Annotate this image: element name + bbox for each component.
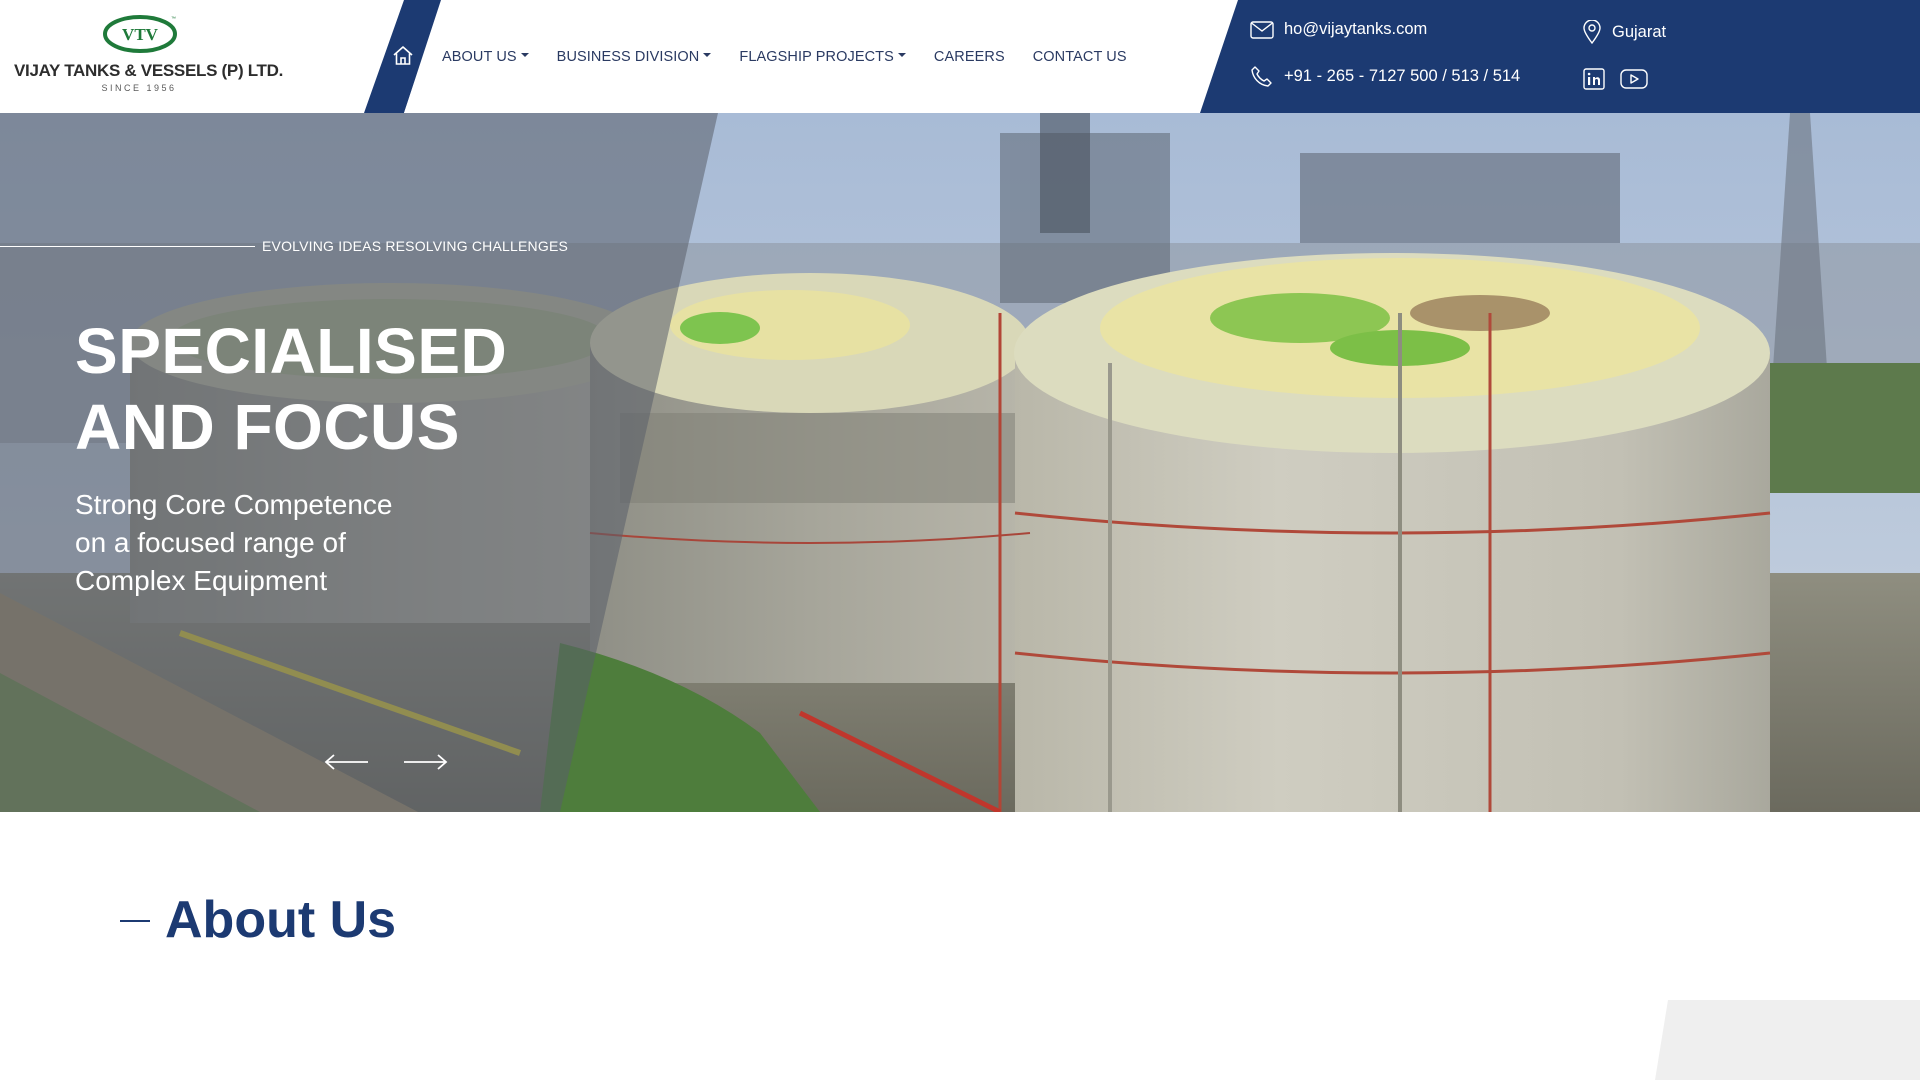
hero-title-line-1: SPECIALISED <box>75 315 508 387</box>
contact-location: Gujarat <box>1582 20 1666 44</box>
nav-item-label: BUSINESS DIVISION <box>556 48 700 65</box>
nav-item-label: CONTACT US <box>1032 48 1127 65</box>
hero-subtitle-line-1: Strong Core Competence <box>75 489 393 520</box>
caret-down-icon <box>703 53 712 57</box>
contact-phone-text: +91 - 265 - 7127 500 / 513 / 514 <box>1284 66 1521 85</box>
envelope-icon <box>1250 20 1274 39</box>
nav-item-about-us[interactable]: ABOUT US <box>442 49 529 65</box>
decorative-corner-shape <box>1655 1000 1920 1080</box>
social-links <box>1582 68 1648 90</box>
about-heading: About Us <box>165 891 397 949</box>
location-pin-icon <box>1583 20 1601 44</box>
contact-email-text: ho@vijaytanks.com <box>1284 20 1428 38</box>
contact-email-link[interactable]: ho@vijaytanks.com <box>1250 20 1427 39</box>
tagline-rule <box>0 246 255 247</box>
phone-icon <box>1251 66 1272 87</box>
nav-item-business-division[interactable]: BUSINESS DIVISION <box>557 49 712 65</box>
nav-item-contact-us[interactable]: CONTACT US <box>1033 49 1127 65</box>
company-logo[interactable]: VTV ™ VIJAY TANKS & VESSELS (P) LTD. SIN… <box>14 14 284 96</box>
slider-prev-arrow-icon[interactable] <box>324 753 370 771</box>
hero-title-line-2: AND FOCUS <box>75 391 460 463</box>
site-header: VTV ™ VIJAY TANKS & VESSELS (P) LTD. SIN… <box>0 0 1920 113</box>
about-heading-dash <box>120 920 150 922</box>
hero-subtitle: Strong Core Competence on a focused rang… <box>75 486 435 600</box>
nav-item-label: FLAGSHIP PROJECTS <box>739 48 894 65</box>
hero-title: SPECIALISED AND FOCUS <box>75 313 635 465</box>
nav-item-label: ABOUT US <box>442 48 517 65</box>
contact-location-text: Gujarat <box>1612 22 1667 41</box>
main-nav: ABOUT US BUSINESS DIVISION FLAGSHIP PROJ… <box>442 0 1155 113</box>
caret-down-icon <box>520 53 529 57</box>
linkedin-icon[interactable] <box>1582 68 1606 90</box>
contact-phone-link[interactable]: +91 - 265 - 7127 500 / 513 / 514 <box>1250 65 1520 87</box>
slider-next-arrow-icon[interactable] <box>402 753 448 771</box>
logo-emblem-icon: VTV ™ <box>103 15 177 53</box>
company-since: SINCE 1956 <box>101 83 177 93</box>
hero-tagline: EVOLVING IDEAS RESOLVING CHALLENGES <box>262 238 569 254</box>
nav-item-label: CAREERS <box>933 48 1005 65</box>
nav-item-flagship-projects[interactable]: FLAGSHIP PROJECTS <box>739 49 906 65</box>
nav-item-careers[interactable]: CAREERS <box>934 49 1005 65</box>
home-icon[interactable] <box>390 44 416 68</box>
hero-slider: EVOLVING IDEAS RESOLVING CHALLENGES SPEC… <box>0 113 1920 812</box>
caret-down-icon <box>897 53 906 57</box>
hero-subtitle-line-3: Complex Equipment <box>75 565 328 596</box>
company-name: VIJAY TANKS & VESSELS (P) LTD. <box>14 61 284 80</box>
svg-text:™: ™ <box>171 16 176 22</box>
youtube-icon[interactable] <box>1620 68 1648 90</box>
logo-emblem-text: VTV <box>122 25 159 44</box>
hero-subtitle-line-2: on a focused range of <box>75 527 346 558</box>
contact-panel-bg <box>1200 0 1920 113</box>
contact-panel: ho@vijaytanks.com +91 - 265 - 7127 500 /… <box>1200 0 1920 113</box>
